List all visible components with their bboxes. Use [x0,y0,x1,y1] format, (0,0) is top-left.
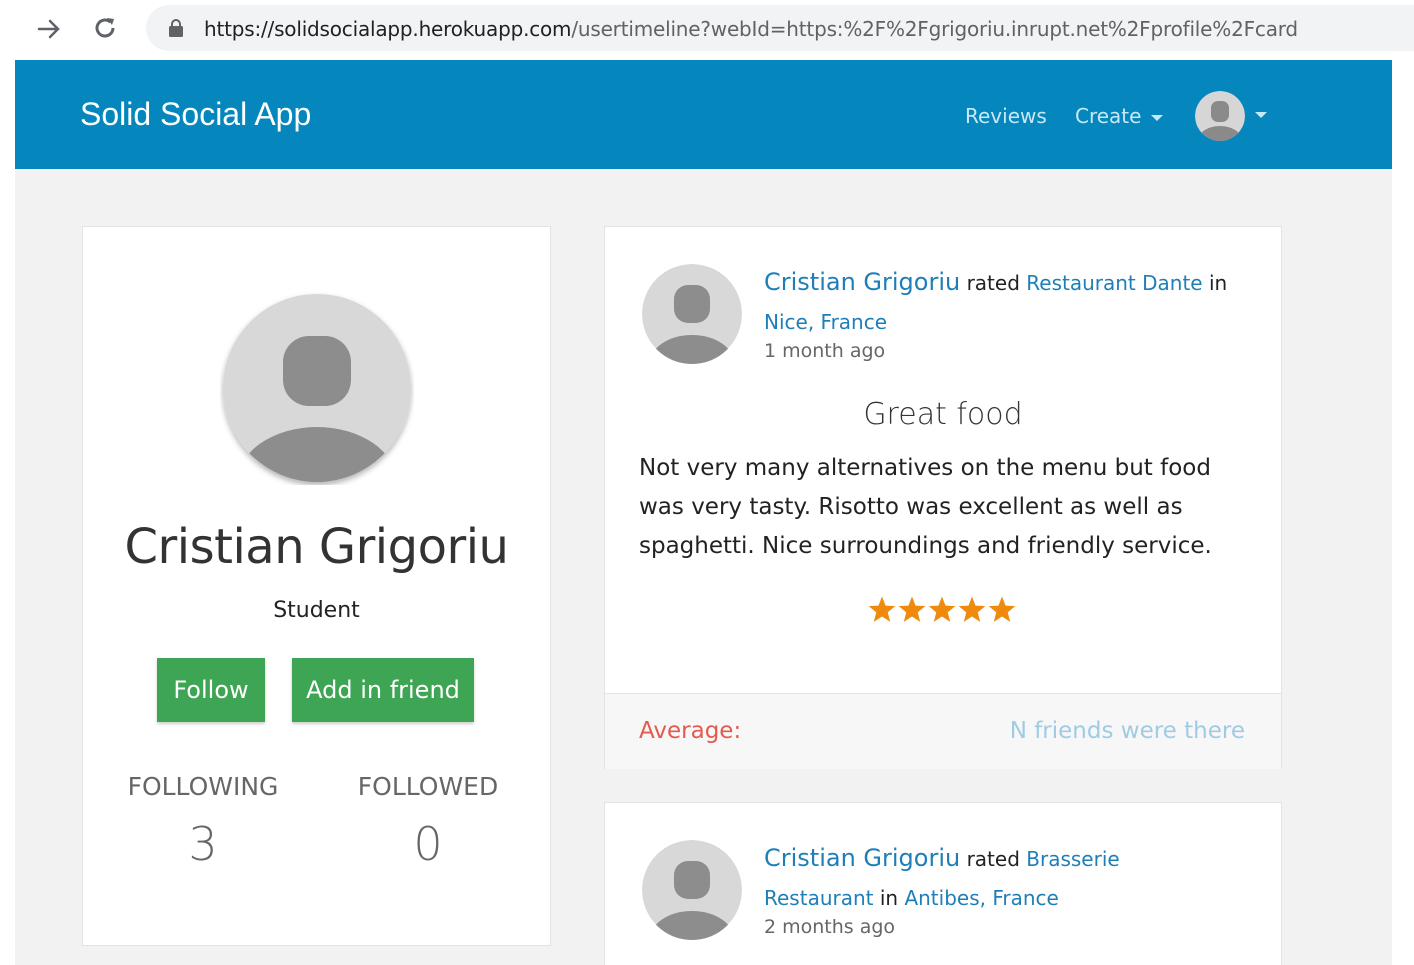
follow-button[interactable]: Follow [157,658,265,722]
review-card: Cristian Grigoriu rated Brasserie Restau… [604,802,1282,965]
review-card: Cristian Grigoriu rated Restaurant Dante… [604,226,1282,769]
star-icon [988,596,1016,622]
review-author-link[interactable]: Cristian Grigoriu [764,268,960,296]
review-footer: Average: N friends were there [605,693,1281,769]
review-location-link[interactable]: Antibes, France [904,886,1058,910]
star-icon [928,596,956,622]
brand-title[interactable]: Solid Social App [80,96,311,133]
profile-avatar-icon [223,294,411,482]
review-prep: in [1208,271,1228,295]
reviewer-avatar-icon[interactable] [641,839,743,941]
profile-card: Cristian Grigoriu Student Follow Add in … [82,226,551,946]
review-verb: rated [966,847,1020,871]
address-bar[interactable]: https://solidsocialapp.herokuapp.com/use… [146,5,1414,51]
url-host: https://solidsocialapp.herokuapp.com [204,17,572,41]
chevron-down-icon [1151,114,1164,121]
avatar-chevron-down-icon[interactable] [1255,112,1267,118]
followed-label: FOLLOWED [357,772,499,801]
review-timestamp: 2 months ago [764,916,896,938]
star-icon [958,596,986,622]
review-verb: rated [966,271,1020,295]
profile-role: Student [273,598,360,623]
user-avatar-icon[interactable] [1195,91,1245,141]
app-page: Solid Social App Reviews Create Cristian… [15,60,1392,965]
review-author-link[interactable]: Cristian Grigoriu [764,844,960,872]
following-label: FOLLOWING [127,772,279,801]
star-icon [898,596,926,622]
url-path: /usertimeline?webId=https:%2F%2Fgrigoriu… [571,17,1298,41]
reviewer-avatar-icon[interactable] [641,263,743,365]
nav-reviews-link[interactable]: Reviews [965,104,1047,128]
review-location-link[interactable]: Nice, France [764,310,887,334]
review-place-link[interactable]: Restaurant Dante [1026,271,1202,295]
average-label: Average: [639,718,742,744]
browser-toolbar: https://solidsocialapp.herokuapp.com/use… [0,0,1414,58]
following-count[interactable]: 3 [103,817,303,871]
profile-name: Cristian Grigoriu [124,519,509,575]
forward-arrow-icon[interactable] [34,14,64,44]
friends-there-link[interactable]: N friends were there [1010,718,1245,744]
lock-icon [169,19,183,37]
reload-icon[interactable] [90,13,120,43]
review-header: Cristian Grigoriu rated Brasserie Restau… [764,839,1184,918]
review-timestamp: 1 month ago [764,340,886,362]
review-prep: in [879,886,899,910]
nav-create-dropdown[interactable]: Create [1075,104,1164,128]
nav-create-label: Create [1075,104,1142,128]
review-text: Not very many alternatives on the menu b… [639,455,1212,559]
top-navbar: Solid Social App Reviews Create [15,60,1392,169]
review-title: Great food [863,397,1023,432]
review-header: Cristian Grigoriu rated Restaurant Dante… [764,263,1254,342]
followed-count[interactable]: 0 [328,817,528,871]
star-rating [868,596,1016,622]
add-friend-button[interactable]: Add in friend [292,658,474,722]
star-icon [868,596,896,622]
url-text: https://solidsocialapp.herokuapp.com/use… [204,17,1298,41]
